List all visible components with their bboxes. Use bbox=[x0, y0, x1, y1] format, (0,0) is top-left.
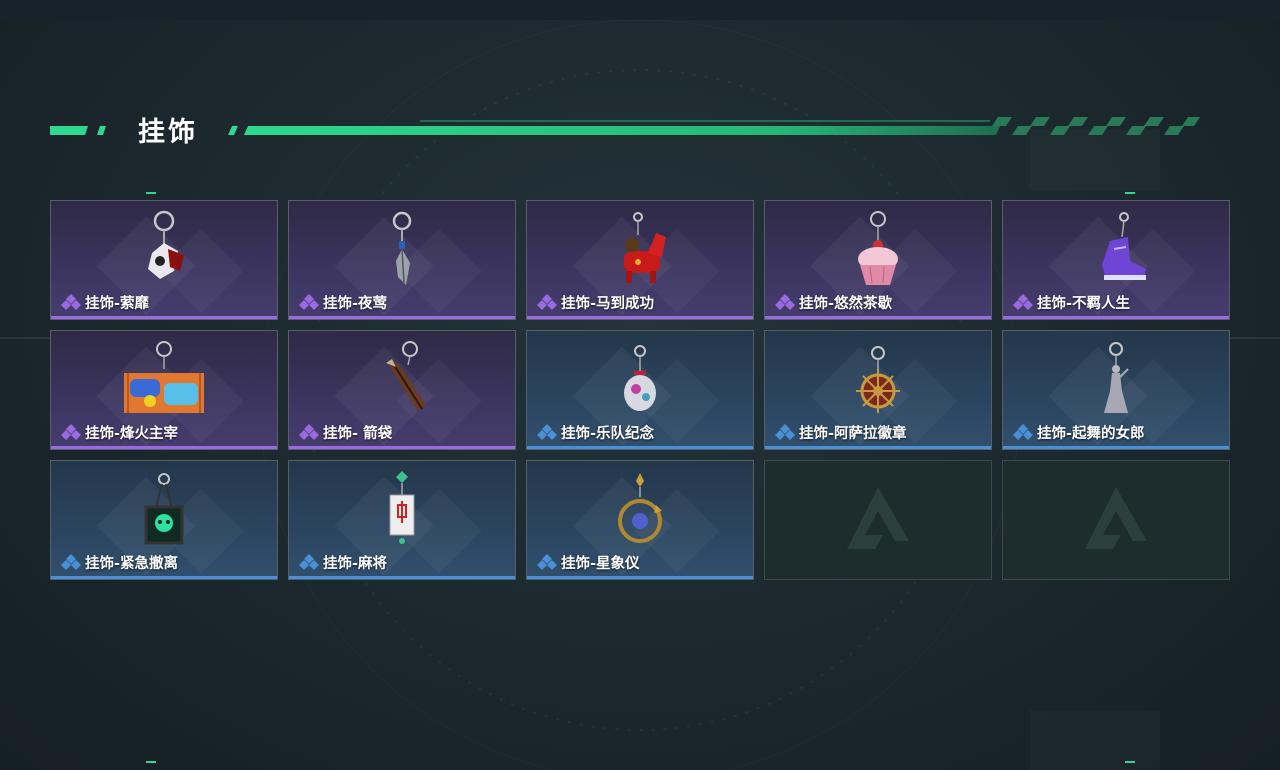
charm-card[interactable]: 挂饰-夜莺 bbox=[288, 200, 516, 320]
red-horse-charm-icon bbox=[624, 212, 666, 283]
charm-name: 挂饰-不羁人生 bbox=[1037, 295, 1131, 312]
game-logo-icon bbox=[1085, 487, 1147, 549]
charm-label: 挂饰-麻将 bbox=[299, 553, 388, 572]
ship-wheel-badge-charm-icon bbox=[856, 346, 900, 413]
corner-mark bbox=[146, 192, 156, 194]
charm-card[interactable]: 挂饰-不羁人生 bbox=[1002, 200, 1230, 320]
charm-name: 挂饰- 箭袋 bbox=[323, 425, 393, 442]
cupcake-charm-icon bbox=[858, 211, 898, 285]
charm-label: 挂饰-悠然茶歇 bbox=[775, 293, 893, 312]
charm-card[interactable]: 挂饰-紧急撤离 bbox=[50, 460, 278, 580]
rarity-gem-icon bbox=[61, 294, 81, 310]
charm-label: 挂饰-烽火主宰 bbox=[61, 423, 179, 442]
charm-card[interactable]: 挂饰-星象仪 bbox=[526, 460, 754, 580]
charm-label: 挂饰-紧急撤离 bbox=[61, 553, 179, 572]
charm-name: 挂饰-烽火主宰 bbox=[85, 425, 179, 442]
rarity-gem-icon bbox=[299, 424, 319, 440]
band-badge-charm-icon bbox=[624, 345, 656, 411]
charm-card[interactable]: 挂饰-阿萨拉徽章 bbox=[764, 330, 992, 450]
quiver-charm-icon bbox=[386, 341, 426, 411]
charm-label: 挂饰-萦靡 bbox=[61, 293, 150, 312]
charm-label: 挂饰-不羁人生 bbox=[1013, 293, 1131, 312]
charm-name: 挂饰-紧急撤离 bbox=[85, 555, 179, 572]
rarity-gem-icon bbox=[61, 554, 81, 570]
charm-name: 挂饰-星象仪 bbox=[561, 555, 640, 572]
rarity-gem-icon bbox=[775, 294, 795, 310]
charm-card[interactable]: 挂饰- 箭袋 bbox=[288, 330, 516, 450]
charm-label: 挂饰-夜莺 bbox=[299, 293, 388, 312]
charm-label: 挂饰-星象仪 bbox=[537, 553, 640, 572]
corner-mark bbox=[1125, 761, 1135, 763]
rarity-gem-icon bbox=[537, 294, 557, 310]
empty-slot bbox=[1002, 460, 1230, 580]
charm-card[interactable]: 挂饰-乐队纪念 bbox=[526, 330, 754, 450]
rarity-gem-icon bbox=[537, 554, 557, 570]
charm-name: 挂饰-悠然茶歇 bbox=[799, 295, 893, 312]
graffiti-container-charm-icon bbox=[124, 341, 204, 413]
rarity-gem-icon bbox=[1013, 294, 1033, 310]
corner-mark bbox=[1125, 192, 1135, 194]
dancer-figurine-charm-icon bbox=[1104, 342, 1129, 413]
charm-card[interactable]: 挂饰-萦靡 bbox=[50, 200, 278, 320]
green-skull-tag-charm-icon bbox=[144, 473, 184, 545]
charm-name: 挂饰-起舞的女郎 bbox=[1037, 425, 1145, 442]
feather-charm-icon bbox=[392, 211, 412, 285]
empty-slot bbox=[764, 460, 992, 580]
charm-grid: 挂饰-萦靡 挂饰-夜莺 挂饰-马到成功 挂饰-悠然茶歇 挂饰-不羁人生 挂饰-烽… bbox=[50, 200, 1230, 580]
sneaker-charm-icon bbox=[1102, 212, 1146, 280]
page-title: 挂饰 bbox=[138, 117, 198, 148]
rarity-gem-icon bbox=[61, 424, 81, 440]
rarity-gem-icon bbox=[299, 294, 319, 310]
charm-card[interactable]: 挂饰-起舞的女郎 bbox=[1002, 330, 1230, 450]
charm-label: 挂饰- 箭袋 bbox=[299, 423, 393, 442]
charm-card[interactable]: 挂饰-烽火主宰 bbox=[50, 330, 278, 450]
charm-card[interactable]: 挂饰-马到成功 bbox=[526, 200, 754, 320]
charm-name: 挂饰-夜莺 bbox=[323, 295, 388, 312]
rarity-gem-icon bbox=[537, 424, 557, 440]
charm-name: 挂饰-阿萨拉徽章 bbox=[799, 425, 907, 442]
charm-label: 挂饰-阿萨拉徽章 bbox=[775, 423, 907, 442]
charm-card[interactable]: 挂饰-麻将 bbox=[288, 460, 516, 580]
astrolabe-charm-icon bbox=[618, 473, 662, 543]
charm-name: 挂饰-乐队纪念 bbox=[561, 425, 655, 442]
rarity-gem-icon bbox=[1013, 424, 1033, 440]
mahjong-tile-charm-icon bbox=[389, 471, 415, 544]
bloody-flower-charm-icon bbox=[148, 210, 184, 279]
charm-card[interactable]: 挂饰-悠然茶歇 bbox=[764, 200, 992, 320]
rarity-gem-icon bbox=[775, 424, 795, 440]
charm-label: 挂饰-起舞的女郎 bbox=[1013, 423, 1145, 442]
game-logo-icon bbox=[847, 487, 909, 549]
charm-label: 挂饰-马到成功 bbox=[537, 293, 655, 312]
rarity-gem-icon bbox=[299, 554, 319, 570]
charm-name: 挂饰-萦靡 bbox=[85, 295, 150, 312]
top-bar bbox=[0, 0, 1280, 20]
charm-name: 挂饰-马到成功 bbox=[561, 295, 655, 312]
corner-mark bbox=[146, 761, 156, 763]
charm-label: 挂饰-乐队纪念 bbox=[537, 423, 655, 442]
charm-name: 挂饰-麻将 bbox=[323, 555, 388, 572]
